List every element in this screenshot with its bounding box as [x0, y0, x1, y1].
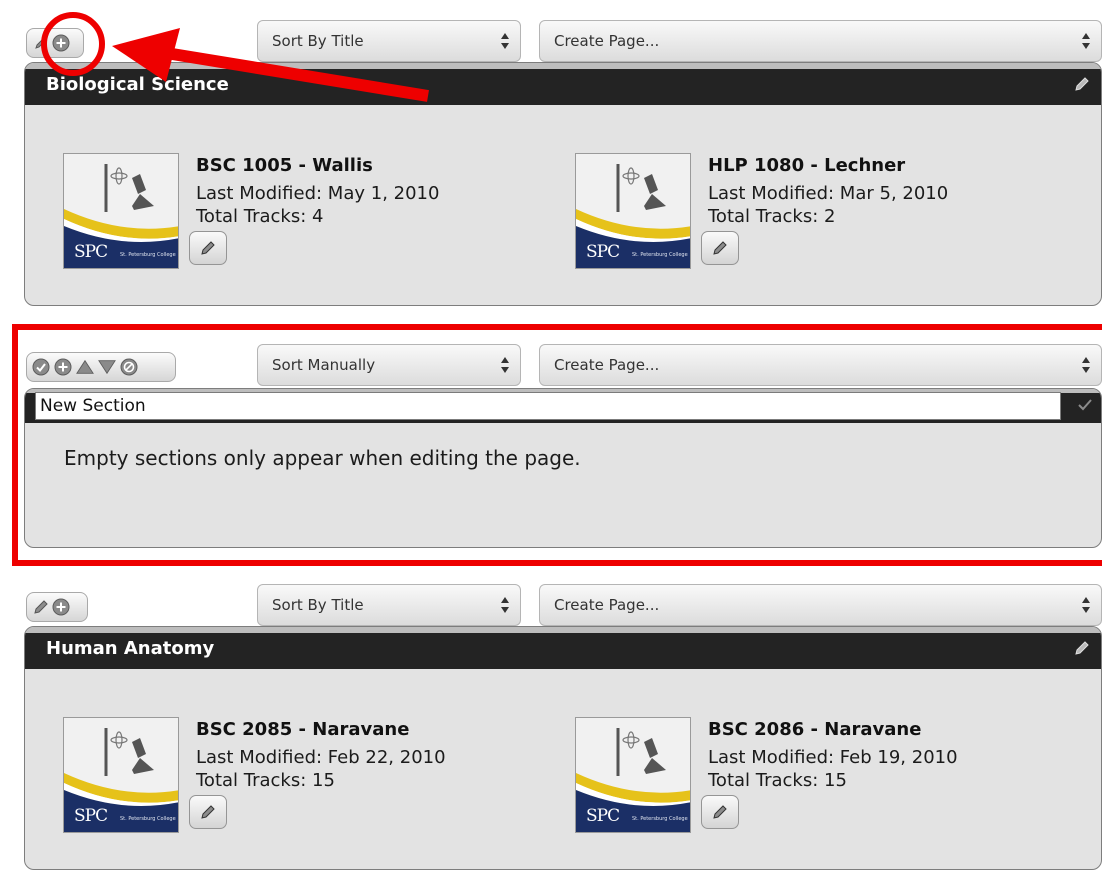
course-card[interactable]: SPC St. Petersburg College HLP 1080 - Le… — [561, 153, 981, 271]
course-card[interactable]: SPC St. Petersburg College BSC 1005 - Wa… — [49, 153, 469, 271]
course-card[interactable]: SPC St. Petersburg College BSC 2085 - Na… — [49, 717, 469, 835]
course-total-tracks: Total Tracks: 4 — [196, 206, 324, 227]
section-title: Human Anatomy — [46, 638, 215, 659]
new-section-highlight-box — [12, 324, 1102, 566]
course-last-modified: Last Modified: Feb 19, 2010 — [708, 747, 958, 768]
thumbnail-logo-subtext: St. Petersburg College — [632, 252, 688, 258]
pencil-icon — [201, 805, 215, 819]
section-header: Biological Science — [25, 63, 1101, 105]
course-total-tracks: Total Tracks: 15 — [196, 770, 335, 791]
course-last-modified: Last Modified: Feb 22, 2010 — [196, 747, 446, 768]
course-title[interactable]: BSC 2086 - Naravane — [708, 719, 921, 740]
course-thumbnail[interactable]: SPC St. Petersburg College — [575, 717, 691, 833]
section-biological-science: Sort By Title Create Page... Biological … — [24, 20, 1102, 306]
course-thumbnail[interactable]: SPC St. Petersburg College — [63, 717, 179, 833]
course-card[interactable]: SPC St. Petersburg College BSC 2086 - Na… — [561, 717, 981, 835]
thumbnail-logo-subtext: St. Petersburg College — [120, 252, 176, 258]
create-page-select-value: Create Page... — [554, 32, 660, 50]
course-thumbnail[interactable]: SPC St. Petersburg College — [63, 153, 179, 269]
edit-course-button[interactable] — [701, 231, 739, 265]
plus-circle-icon[interactable] — [52, 34, 70, 52]
pencil-icon[interactable] — [1073, 75, 1091, 93]
section-header: Human Anatomy — [25, 627, 1101, 669]
thumbnail-logo: SPC — [586, 806, 620, 826]
course-total-tracks: Total Tracks: 2 — [708, 206, 836, 227]
section-panel: Human Anatomy SPC St. Petersburg College — [24, 626, 1102, 870]
thumbnail-logo: SPC — [74, 806, 108, 826]
thumbnail-logo-subtext: St. Petersburg College — [632, 816, 688, 822]
pencil-icon[interactable] — [1073, 639, 1091, 657]
course-title[interactable]: BSC 1005 - Wallis — [196, 155, 373, 176]
up-down-arrows-icon — [501, 597, 509, 613]
course-last-modified: Last Modified: Mar 5, 2010 — [708, 183, 949, 204]
edit-course-button[interactable] — [189, 231, 227, 265]
sort-select-value: Sort By Title — [272, 32, 364, 50]
section-tools — [26, 28, 84, 58]
up-down-arrows-icon — [1082, 33, 1090, 49]
pencil-icon — [713, 805, 727, 819]
edit-course-button[interactable] — [189, 795, 227, 829]
thumbnail-logo-subtext: St. Petersburg College — [120, 816, 176, 822]
pencil-icon[interactable] — [32, 34, 50, 52]
plus-circle-icon[interactable] — [52, 598, 70, 616]
edit-course-button[interactable] — [701, 795, 739, 829]
pencil-icon[interactable] — [32, 598, 50, 616]
section-title: Biological Science — [46, 74, 229, 95]
course-total-tracks: Total Tracks: 15 — [708, 770, 847, 791]
pencil-icon — [201, 241, 215, 255]
create-page-select[interactable]: Create Page... — [539, 20, 1102, 62]
section-toolbar: Sort By Title Create Page... — [24, 20, 1102, 62]
course-title[interactable]: HLP 1080 - Lechner — [708, 155, 905, 176]
course-title[interactable]: BSC 2085 - Naravane — [196, 719, 409, 740]
pencil-icon — [713, 241, 727, 255]
thumbnail-logo: SPC — [74, 242, 108, 262]
create-page-select-value: Create Page... — [554, 596, 660, 614]
section-human-anatomy: Sort By Title Create Page... Human Anato… — [24, 584, 1102, 870]
up-down-arrows-icon — [1082, 597, 1090, 613]
sort-select-value: Sort By Title — [272, 596, 364, 614]
up-down-arrows-icon — [501, 33, 509, 49]
thumbnail-logo: SPC — [586, 242, 620, 262]
create-page-select[interactable]: Create Page... — [539, 584, 1102, 626]
section-toolbar: Sort By Title Create Page... — [24, 584, 1102, 626]
section-panel: Biological Science SPC St. Petersburg Co… — [24, 62, 1102, 306]
sort-select[interactable]: Sort By Title — [257, 584, 521, 626]
course-thumbnail[interactable]: SPC St. Petersburg College — [575, 153, 691, 269]
section-tools — [26, 592, 88, 622]
sort-select[interactable]: Sort By Title — [257, 20, 521, 62]
course-last-modified: Last Modified: May 1, 2010 — [196, 183, 440, 204]
